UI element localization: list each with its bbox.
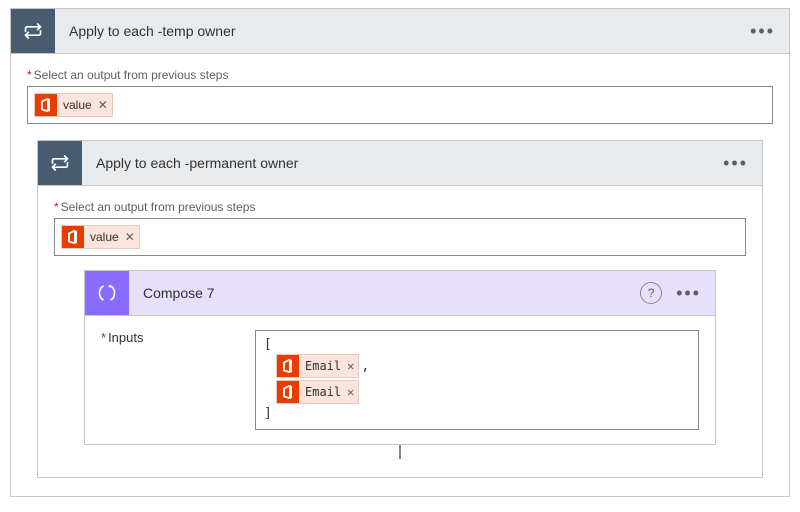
inputs-label: Inputs	[101, 330, 241, 430]
compose-header[interactable]: Compose 7 ? •••	[85, 271, 715, 316]
bracket-close: ]	[264, 406, 690, 421]
compose-title: Compose 7	[129, 285, 640, 301]
outer-body: Select an output from previous steps val…	[11, 54, 789, 496]
apply-to-each-outer: Apply to each -temp owner ••• Select an …	[10, 8, 790, 497]
comma: ,	[361, 359, 369, 374]
loop-icon	[38, 141, 82, 185]
token-label: Email	[305, 359, 341, 373]
token-label: value	[90, 230, 119, 244]
compose-action: Compose 7 ? ••• Inputs [	[84, 270, 716, 445]
connector-line	[54, 445, 746, 459]
inner-token-input[interactable]: value ✕	[54, 218, 746, 256]
outer-menu-button[interactable]: •••	[746, 21, 779, 42]
remove-token-icon[interactable]: ✕	[347, 359, 354, 373]
compose-menu-button[interactable]: •••	[672, 283, 705, 304]
office-icon	[62, 226, 84, 248]
inner-body: Select an output from previous steps val…	[38, 186, 762, 477]
outer-header[interactable]: Apply to each -temp owner •••	[11, 9, 789, 54]
office-icon	[277, 381, 299, 403]
inner-header[interactable]: Apply to each -permanent owner •••	[38, 141, 762, 186]
inner-select-label: Select an output from previous steps	[54, 200, 746, 214]
bracket-open: [	[264, 337, 690, 352]
inner-menu-button[interactable]: •••	[719, 153, 752, 174]
outer-token[interactable]: value ✕	[34, 93, 113, 117]
remove-token-icon[interactable]: ✕	[125, 230, 135, 244]
compose-icon	[85, 271, 129, 315]
token-label: Email	[305, 385, 341, 399]
office-icon	[35, 94, 57, 116]
remove-token-icon[interactable]: ✕	[347, 385, 354, 399]
outer-select-label: Select an output from previous steps	[27, 68, 773, 82]
help-icon[interactable]: ?	[640, 282, 662, 304]
compose-body: Inputs [ Email ✕	[85, 316, 715, 444]
inputs-textarea[interactable]: [ Email ✕ ,	[255, 330, 699, 430]
office-icon	[277, 355, 299, 377]
loop-icon	[11, 9, 55, 53]
apply-to-each-inner: Apply to each -permanent owner ••• Selec…	[37, 140, 763, 478]
outer-token-input[interactable]: value ✕	[27, 86, 773, 124]
email-token-1[interactable]: Email ✕	[276, 354, 359, 378]
email-token-2[interactable]: Email ✕	[276, 380, 359, 404]
remove-token-icon[interactable]: ✕	[98, 98, 108, 112]
token-label: value	[63, 98, 92, 112]
inner-token[interactable]: value ✕	[61, 225, 140, 249]
inner-title: Apply to each -permanent owner	[82, 155, 719, 171]
outer-title: Apply to each -temp owner	[55, 23, 746, 39]
